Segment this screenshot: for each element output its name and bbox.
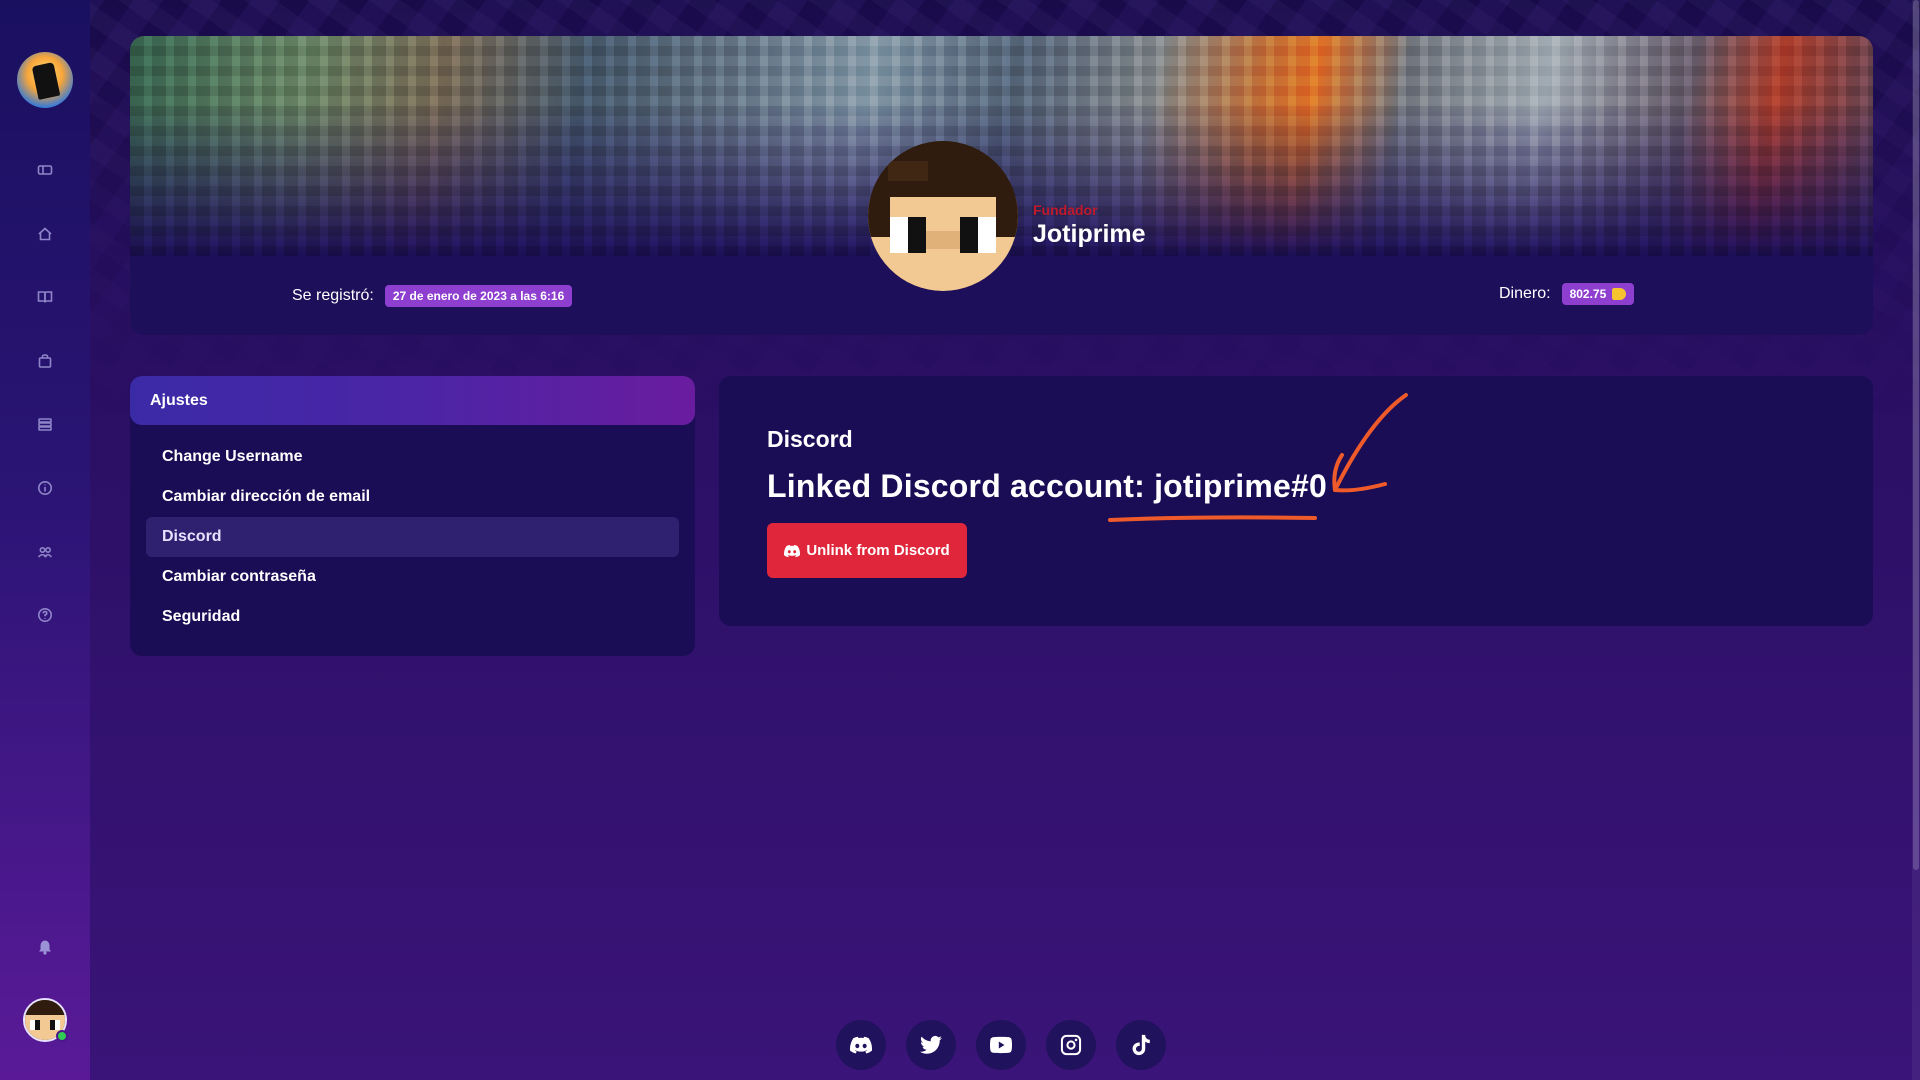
sidebar-item-home[interactable]: [25, 214, 65, 254]
discord-icon: [850, 1036, 872, 1054]
money-label: Dinero:: [1499, 285, 1551, 302]
page-scrollbar[interactable]: [1912, 0, 1920, 1080]
registered-label: Se registró:: [292, 287, 374, 304]
social-tiktok[interactable]: [1116, 1020, 1166, 1070]
youtube-icon: [990, 1036, 1012, 1054]
notifications-button[interactable]: [30, 932, 60, 962]
discord-icon: [784, 544, 801, 557]
linked-discord-account: Linked Discord account: jotiprime#0: [767, 468, 1327, 504]
instagram-icon: [1060, 1034, 1082, 1056]
money-value: 802.75: [1569, 287, 1607, 301]
social-youtube[interactable]: [976, 1020, 1026, 1070]
settings-item-change-username[interactable]: Change Username: [146, 437, 679, 477]
sidebar-nav: [25, 150, 65, 659]
sidebar-item-tickets[interactable]: [25, 150, 65, 190]
settings-header: Ajustes: [130, 376, 695, 425]
profile-rank: Fundador: [1033, 202, 1098, 218]
users-icon: [37, 546, 53, 558]
profile-username: Jotiprime: [1033, 220, 1146, 248]
social-discord[interactable]: [836, 1020, 886, 1070]
social-links: [836, 1020, 1186, 1070]
info-icon: [38, 480, 52, 495]
settings-item-change-password[interactable]: Cambiar contraseña: [146, 557, 679, 597]
settings-list: Change Username Cambiar dirección de ema…: [130, 425, 695, 637]
home-icon: [38, 227, 52, 240]
sidebar-item-shop[interactable]: [25, 341, 65, 381]
unlink-discord-label: Unlink from Discord: [806, 542, 950, 559]
discord-panel: Discord Linked Discord account: jotiprim…: [719, 376, 1873, 626]
money-info: Dinero: 802.75: [1499, 283, 1635, 305]
social-instagram[interactable]: [1046, 1020, 1096, 1070]
money-badge: 802.75: [1561, 283, 1635, 305]
unlink-discord-button[interactable]: Unlink from Discord: [767, 523, 967, 578]
sidebar: [0, 0, 90, 1080]
settings-item-change-email[interactable]: Cambiar dirección de email: [146, 477, 679, 517]
sidebar-item-list[interactable]: [25, 404, 65, 444]
profile-banner: Fundador Jotiprime Se registró: 27 de en…: [130, 36, 1873, 335]
coin-icon: [1612, 288, 1627, 300]
site-logo[interactable]: [17, 52, 73, 108]
sidebar-item-help[interactable]: [25, 595, 65, 635]
sidebar-item-wiki[interactable]: [25, 277, 65, 317]
help-icon: [38, 608, 52, 623]
book-icon: [37, 291, 53, 303]
settings-item-security[interactable]: Seguridad: [146, 597, 679, 637]
social-twitter[interactable]: [906, 1020, 956, 1070]
shop-icon: [38, 353, 52, 368]
scrollbar-thumb[interactable]: [1913, 0, 1919, 870]
settings-item-discord[interactable]: Discord: [146, 517, 679, 557]
twitter-icon: [920, 1035, 942, 1054]
sidebar-item-info[interactable]: [25, 468, 65, 508]
online-status-indicator: [56, 1030, 68, 1042]
registered-date-badge: 27 de enero de 2023 a las 6:16: [384, 285, 573, 307]
settings-menu: Ajustes Change Username Cambiar direcció…: [130, 376, 695, 656]
bell-icon: [39, 940, 51, 955]
profile-avatar: [868, 141, 1018, 291]
list-icon: [38, 418, 52, 432]
registered-info: Se registró: 27 de enero de 2023 a las 6…: [292, 285, 573, 307]
discord-panel-title: Discord: [767, 426, 853, 452]
ticket-icon: [37, 165, 53, 175]
sidebar-item-users[interactable]: [25, 532, 65, 572]
tiktok-icon: [1132, 1034, 1150, 1056]
